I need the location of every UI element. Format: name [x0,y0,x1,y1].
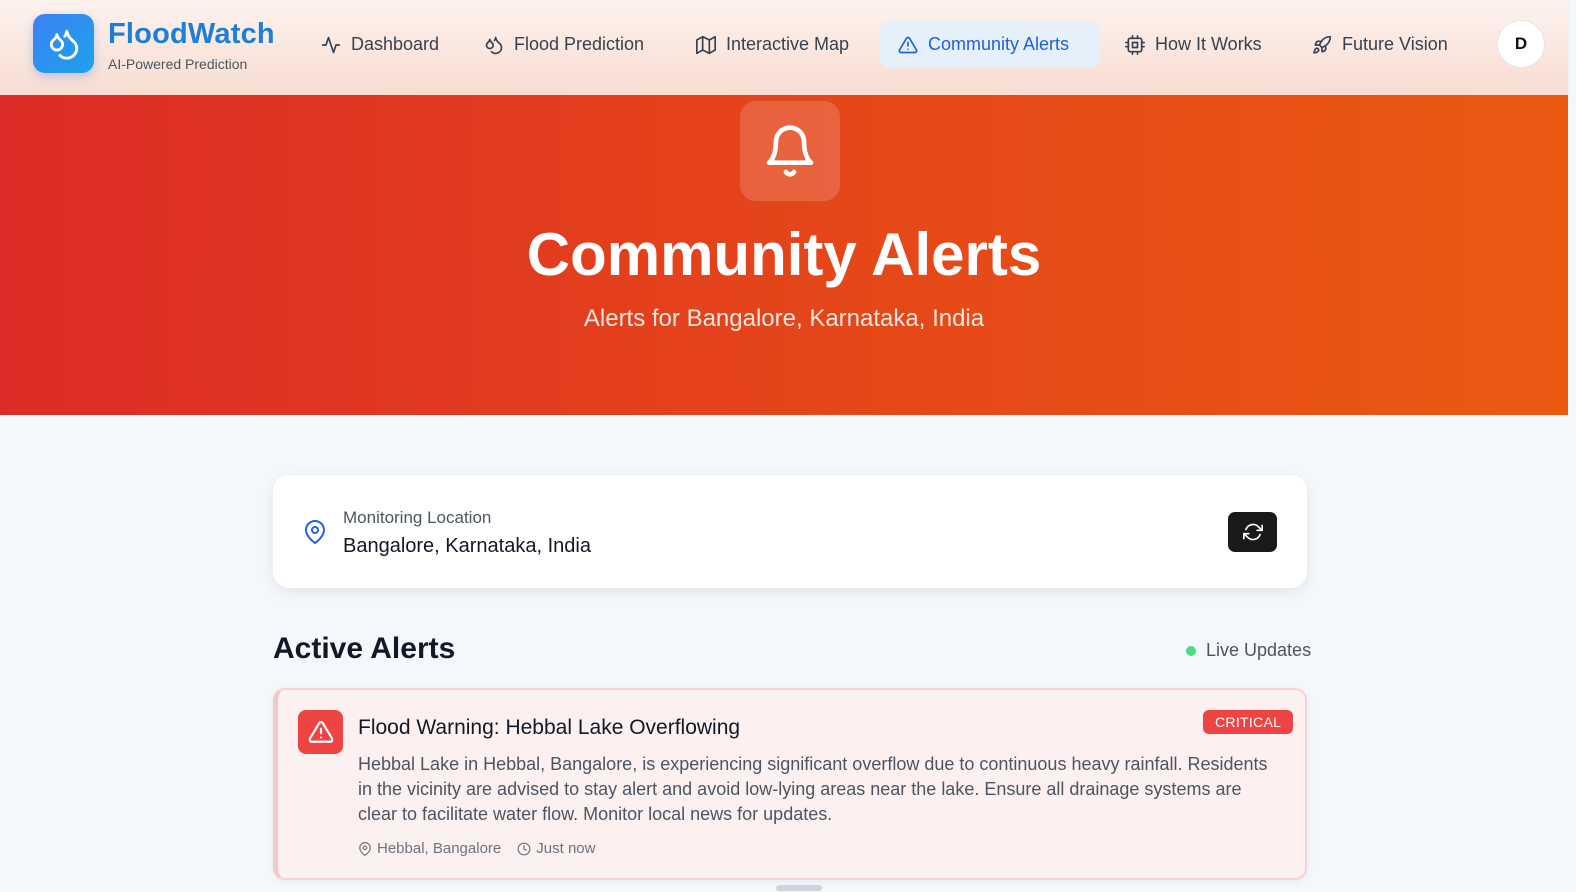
alert-time-label: Just now [536,840,596,857]
next-card-edge [776,885,822,891]
location-value: Bangalore, Karnataka, India [343,535,591,557]
nav-flood-prediction[interactable]: Flood Prediction [466,22,662,67]
brand-name[interactable]: FloodWatch [108,18,275,51]
live-updates-label: Live Updates [1206,640,1312,660]
rocket-icon [1313,35,1332,54]
severity-badge: CRITICAL [1203,710,1294,734]
alert-location-label: Hebbal, Bangalore [377,840,502,857]
activity-icon [321,36,341,53]
nav-dashboard-label: Dashboard [351,34,440,54]
alert-title: Flood Warning: Hebbal Lake Overflowing [358,716,741,739]
alert-triangle-icon [898,36,918,53]
user-avatar[interactable]: D [1497,20,1545,68]
page-title: Community Alerts [526,221,1042,288]
alert-triangle-icon [298,710,343,754]
brand-tagline: AI-Powered Prediction [108,56,248,72]
page-subtitle: Alerts for Bangalore, Karnataka, India [583,305,985,332]
top-navbar: FloodWatch AI-Powered Prediction Dashboa… [0,0,1568,95]
alert-card[interactable]: Flood Warning: Hebbal Lake Overflowing C… [273,688,1307,880]
alert-location: Hebbal, Bangalore [358,840,501,857]
bell-icon [740,101,840,201]
location-label: Monitoring Location [343,508,492,527]
hero-banner: Community Alerts Alerts for Bangalore, K… [0,95,1568,415]
nav-how-it-works-label: How It Works [1155,34,1262,54]
nav-flood-prediction-label: Flood Prediction [514,34,645,54]
active-alerts-heading: Active Alerts [273,632,456,665]
nav-interactive-map-label: Interactive Map [726,34,850,54]
nav-community-alerts-label: Community Alerts [928,34,1070,54]
clock-icon [517,842,531,855]
live-dot [1186,645,1196,656]
alert-meta: Hebbal, Bangalore Just now [358,840,595,857]
cpu-icon [1125,34,1145,55]
alert-time: Just now [517,840,595,857]
map-pin-icon [305,520,325,544]
nav-future-vision-label: Future Vision [1342,34,1448,54]
droplets-icon[interactable] [33,14,94,73]
live-updates-indicator: Live Updates [1186,640,1311,661]
monitoring-location-card: Monitoring Location Bangalore, Karnataka… [273,475,1307,588]
nav-community-alerts[interactable]: Community Alerts [880,22,1100,67]
nav-dashboard[interactable]: Dashboard [303,22,457,67]
alert-description: Hebbal Lake in Hebbal, Bangalore, is exp… [358,754,1268,824]
map-pin-icon [359,841,371,856]
refresh-icon [1242,523,1263,541]
refresh-button[interactable] [1228,512,1277,552]
nav-future-vision[interactable]: Future Vision [1294,22,1466,67]
droplets-icon [485,36,503,54]
nav-how-it-works[interactable]: How It Works [1107,22,1280,67]
map-icon [696,35,716,54]
nav-interactive-map[interactable]: Interactive Map [678,22,867,67]
